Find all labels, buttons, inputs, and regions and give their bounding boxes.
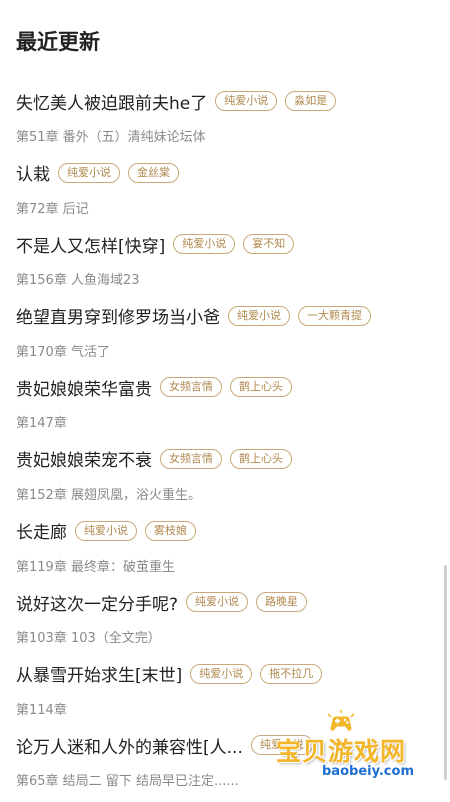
author-tag[interactable]: 拖不拉几 <box>260 663 323 684</box>
page-title: 最近更新 <box>16 30 100 54</box>
latest-chapter[interactable]: 第170章 气活了 <box>16 341 110 360</box>
latest-chapter[interactable]: 第51章 番外（五）清纯妹论坛体 <box>16 126 206 145</box>
watermark-logo: 宝贝游戏网 baobeiy.com <box>262 710 448 792</box>
category-tag[interactable]: 纯爱小说 <box>58 162 120 183</box>
list-item[interactable]: 贵妃娘娘荣华富贵 女频言情 鹊上心头 第147章 <box>0 372 450 444</box>
recent-updates-list: 失忆美人被迫跟前夫he了 纯爱小说 淼如是 第51章 番外（五）清纯妹论坛体 认… <box>0 86 450 802</box>
title-row: 绝望直男穿到修罗场当小爸 纯爱小说 一大颗青提 <box>16 301 450 331</box>
list-item[interactable]: 贵妃娘娘荣宠不衰 女频言情 鹊上心头 第152章 展翅凤凰，浴火重生。 <box>0 444 450 516</box>
author-tag[interactable]: 宴不知 <box>243 234 295 255</box>
latest-chapter[interactable]: 第119章 最终章：破茧重生 <box>16 556 175 575</box>
title-row: 说好这次一定分手呢? 纯爱小说 路晚星 <box>16 587 450 617</box>
list-item[interactable]: 说好这次一定分手呢? 纯爱小说 路晚星 第103章 103（全文完） <box>0 587 450 659</box>
category-tag[interactable]: 纯爱小说 <box>190 663 253 684</box>
book-title[interactable]: 说好这次一定分手呢? <box>16 590 178 615</box>
category-tag[interactable]: 纯爱小说 <box>173 234 236 255</box>
book-title[interactable]: 绝望直男穿到修罗场当小爸 <box>16 303 220 328</box>
category-tag[interactable]: 女频言情 <box>160 448 222 469</box>
latest-chapter[interactable]: 第72章 后记 <box>16 198 89 217</box>
author-tag[interactable]: 一大颗青提 <box>298 305 371 326</box>
category-tag[interactable]: 女频言情 <box>160 377 222 398</box>
category-tag[interactable]: 纯爱小说 <box>215 91 278 111</box>
latest-chapter[interactable]: 第114章 <box>16 699 67 718</box>
author-tag[interactable]: 鹊上心头 <box>230 377 292 398</box>
category-tag[interactable]: 纯爱小说 <box>228 305 290 326</box>
title-row: 认栽 纯爱小说 金丝棠 <box>16 158 450 188</box>
latest-chapter[interactable]: 第103章 103（全文完） <box>16 627 161 646</box>
author-tag[interactable]: 金丝棠 <box>128 162 179 183</box>
author-tag[interactable]: 鹊上心头 <box>230 448 292 469</box>
watermark-text: 宝贝游戏网 <box>276 737 407 766</box>
book-title[interactable]: 长走廊 <box>16 518 67 543</box>
latest-chapter[interactable]: 第152章 展翅凤凰，浴火重生。 <box>16 484 201 503</box>
category-tag[interactable]: 纯爱小说 <box>75 520 137 541</box>
latest-chapter[interactable]: 第65章 结局二 留下 结局早已注定...... <box>16 770 239 789</box>
book-title[interactable]: 从暴雪开始求生[末世] <box>16 661 182 686</box>
book-title[interactable]: 贵妃娘娘荣华富贵 <box>16 375 152 400</box>
book-title[interactable]: 不是人又怎样[快穿] <box>16 232 165 257</box>
list-item[interactable]: 绝望直男穿到修罗场当小爸 纯爱小说 一大颗青提 第170章 气活了 <box>0 301 450 373</box>
title-row: 失忆美人被迫跟前夫he了 纯爱小说 淼如是 <box>16 86 450 116</box>
title-row: 长走廊 纯爱小说 雾枝娘 <box>16 516 450 546</box>
title-row: 不是人又怎样[快穿] 纯爱小说 宴不知 <box>16 229 450 259</box>
title-row: 贵妃娘娘荣华富贵 女频言情 鹊上心头 <box>16 372 450 402</box>
watermark-url: baobeiy.com <box>322 764 414 779</box>
category-tag[interactable]: 纯爱小说 <box>186 592 249 613</box>
latest-chapter[interactable]: 第147章 <box>16 412 67 431</box>
book-title[interactable]: 贵妃娘娘荣宠不衰 <box>16 446 152 471</box>
author-tag[interactable]: 雾枝娘 <box>145 520 196 541</box>
list-item[interactable]: 认栽 纯爱小说 金丝棠 第72章 后记 <box>0 158 450 230</box>
book-title[interactable]: 认栽 <box>16 160 50 185</box>
list-item[interactable]: 长走廊 纯爱小说 雾枝娘 第119章 最终章：破茧重生 <box>0 516 450 588</box>
list-item[interactable]: 不是人又怎样[快穿] 纯爱小说 宴不知 第156章 人鱼海域23 <box>0 229 450 301</box>
title-row: 贵妃娘娘荣宠不衰 女频言情 鹊上心头 <box>16 444 450 474</box>
author-tag[interactable]: 路晚星 <box>256 592 308 613</box>
latest-chapter[interactable]: 第156章 人鱼海域23 <box>16 269 140 288</box>
book-title[interactable]: 失忆美人被迫跟前夫he了 <box>16 89 207 114</box>
author-tag[interactable]: 淼如是 <box>285 91 337 111</box>
book-title[interactable]: 论万人迷和人外的兼容性[人... <box>16 733 243 758</box>
title-row: 从暴雪开始求生[末世] 纯爱小说 拖不拉几 <box>16 659 450 689</box>
list-item[interactable]: 失忆美人被迫跟前夫he了 纯爱小说 淼如是 第51章 番外（五）清纯妹论坛体 <box>0 86 450 158</box>
